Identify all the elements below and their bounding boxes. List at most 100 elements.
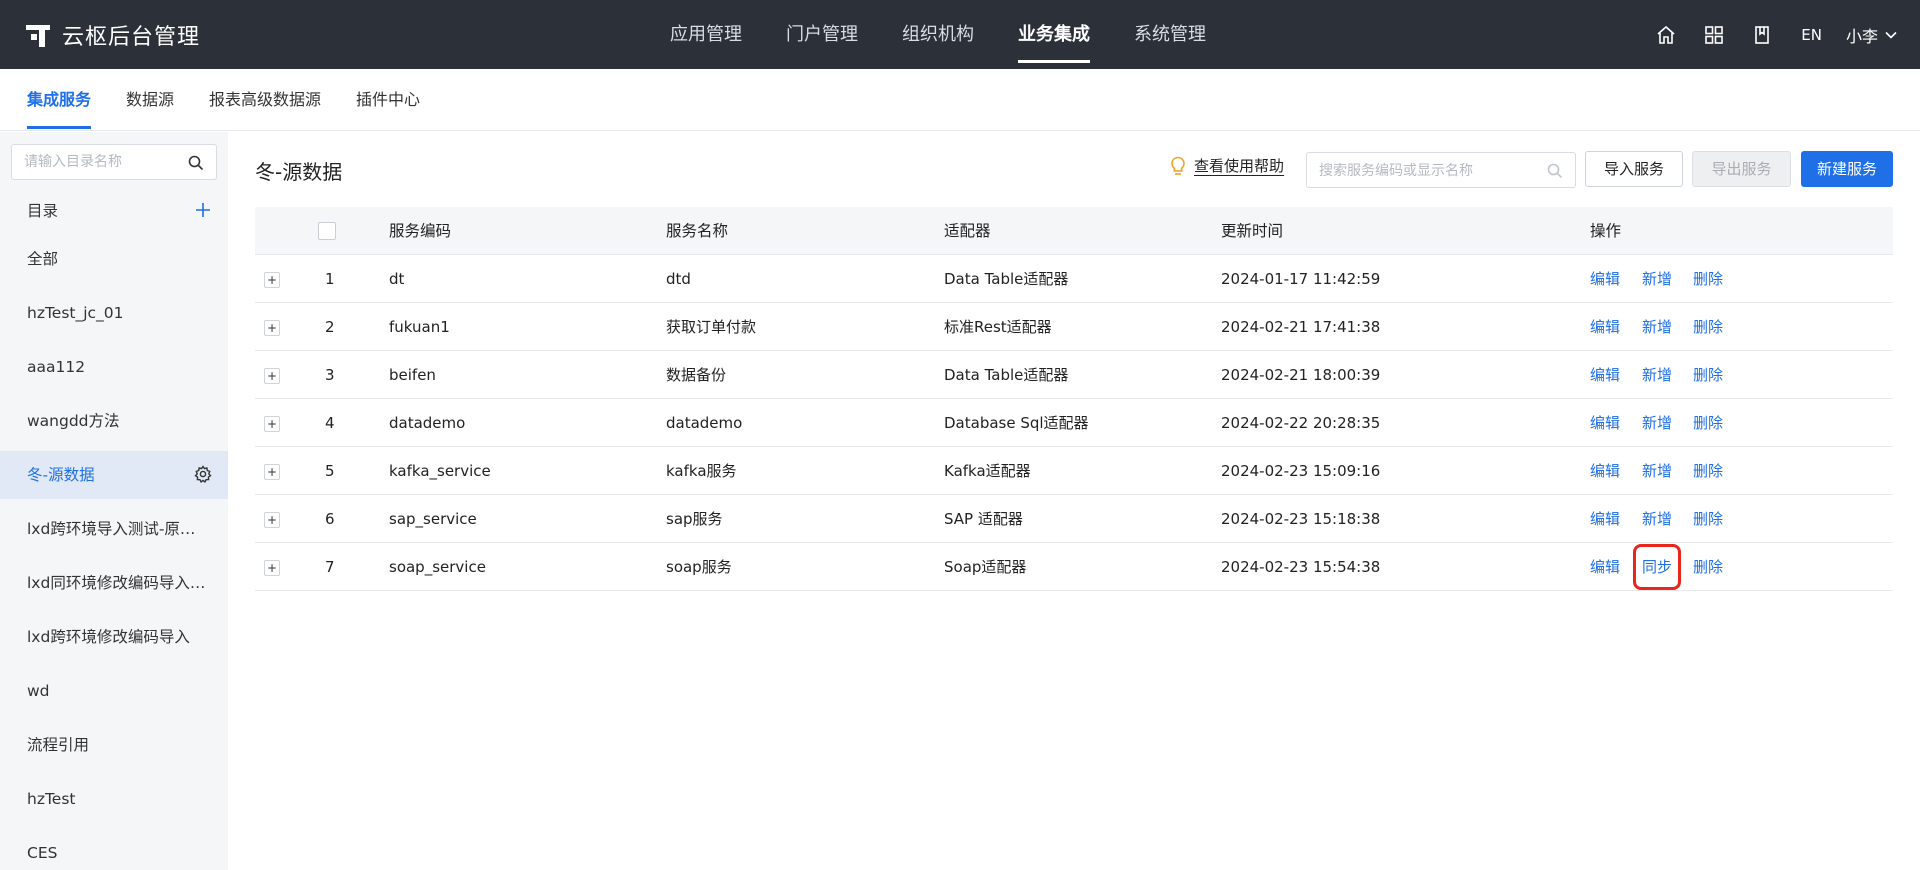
cell-updated: 2024-02-22 20:28:35 — [1221, 414, 1381, 432]
cell-name: 数据备份 — [666, 366, 727, 384]
brand[interactable]: 云枢后台管理 — [26, 0, 200, 69]
catalog-search — [11, 144, 217, 180]
sidebar-item[interactable]: hzTest_jc_01 — [0, 289, 228, 337]
header-updated: 更新时间 — [1221, 222, 1284, 240]
top-nav-item[interactable]: 门户管理 — [786, 0, 858, 69]
edit-button[interactable]: 编辑 — [1590, 255, 1620, 303]
expand-row-button[interactable]: + — [264, 512, 280, 528]
help-label: 查看使用帮助 — [1194, 156, 1285, 176]
delete-button[interactable]: 删除 — [1693, 303, 1723, 351]
top-nav-item[interactable]: 业务集成 — [1018, 0, 1090, 69]
home-icon[interactable] — [1655, 24, 1677, 46]
sidebar-item[interactable]: wangdd方法 — [0, 397, 228, 445]
expand-row-button[interactable]: + — [264, 320, 280, 336]
sidebar: 目录 全部 hzTest_jc_01 aaa112 wangdd方法冬-源数据 lxd跨… — [0, 132, 228, 870]
edit-button[interactable]: 编辑 — [1590, 495, 1620, 543]
delete-button[interactable]: 删除 — [1693, 447, 1723, 495]
cell-name: soap服务 — [666, 558, 732, 576]
cell-name: sap服务 — [666, 510, 723, 528]
cell-index: 3 — [325, 366, 335, 384]
search-icon[interactable] — [188, 155, 204, 171]
edit-button[interactable]: 编辑 — [1590, 351, 1620, 399]
edit-button[interactable]: 编辑 — [1590, 399, 1620, 447]
sub-nav-item[interactable]: 集成服务 — [27, 69, 92, 131]
sync-button[interactable]: 同步 — [1632, 544, 1682, 590]
edit-button[interactable]: 编辑 — [1590, 447, 1620, 495]
cell-index: 5 — [325, 462, 335, 480]
add-button[interactable]: 新增 — [1642, 495, 1672, 543]
cell-adapter: 标准Rest适配器 — [944, 318, 1052, 336]
sidebar-item-label: hzTest_jc_01 — [27, 304, 124, 322]
cell-updated: 2024-01-17 11:42:59 — [1221, 270, 1381, 288]
add-button[interactable]: 新增 — [1642, 351, 1672, 399]
add-button[interactable]: 新增 — [1642, 447, 1672, 495]
cell-updated: 2024-02-23 15:18:38 — [1221, 510, 1381, 528]
delete-button[interactable]: 删除 — [1693, 543, 1723, 591]
sidebar-item[interactable]: CES — [0, 829, 228, 870]
search-icon[interactable] — [1547, 163, 1563, 179]
expand-row-button[interactable]: + — [264, 416, 280, 432]
sub-nav-item[interactable]: 插件中心 — [356, 69, 420, 131]
new-service-button[interactable]: 新建服务 — [1801, 151, 1893, 187]
delete-button[interactable]: 删除 — [1693, 399, 1723, 447]
top-nav-item[interactable]: 系统管理 — [1134, 0, 1206, 69]
gear-icon[interactable] — [194, 465, 212, 483]
sidebar-item[interactable]: hzTest — [0, 775, 228, 823]
sidebar-item[interactable]: wd — [0, 667, 228, 715]
sub-nav-item[interactable]: 数据源 — [126, 69, 174, 131]
sidebar-item[interactable]: lxd跨环境修改编码导入 — [0, 613, 228, 661]
language-switch[interactable]: EN — [1801, 26, 1822, 44]
grid-icon[interactable] — [1703, 24, 1725, 46]
add-button[interactable]: 新增 — [1642, 255, 1672, 303]
sidebar-item[interactable]: 流程引用 — [0, 721, 228, 769]
import-service-button[interactable]: 导入服务 — [1585, 151, 1683, 187]
edit-button[interactable]: 编辑 — [1590, 303, 1620, 351]
top-nav-item[interactable]: 组织机构 — [902, 0, 974, 69]
sidebar-item-label: lxd跨环境修改编码导入 — [27, 628, 190, 646]
export-service-button[interactable]: 导出服务 — [1692, 151, 1791, 187]
select-all-checkbox[interactable] — [318, 222, 336, 240]
cell-code: soap_service — [389, 558, 486, 576]
table-row: +1 dt dtd Data Table适配器 2024-01-17 11:42:59 编… — [255, 255, 1893, 303]
catalog-header: 目录 — [0, 187, 228, 235]
expand-row-button[interactable]: + — [264, 560, 280, 576]
table-row: +4 datademo datademo Database Sql适配器 2024-02… — [255, 399, 1893, 447]
expand-row-button[interactable]: + — [264, 272, 280, 288]
edit-button[interactable]: 编辑 — [1590, 543, 1620, 591]
cell-adapter: SAP 适配器 — [944, 510, 1023, 528]
sidebar-item[interactable]: lxd同环境修改编码导入… — [0, 559, 228, 607]
top-right-tools: EN 小李 — [1629, 0, 1898, 69]
sub-nav-item[interactable]: 报表高级数据源 — [209, 69, 321, 131]
cell-code: beifen — [389, 366, 436, 384]
add-button[interactable]: 新增 — [1642, 399, 1672, 447]
cell-updated: 2024-02-21 17:41:38 — [1221, 318, 1381, 336]
table-header: 服务编码 服务名称 适配器 更新时间 操作 — [255, 207, 1893, 255]
cell-code: kafka_service — [389, 462, 491, 480]
sidebar-item[interactable]: aaa112 — [0, 343, 228, 391]
expand-row-button[interactable]: + — [264, 464, 280, 480]
delete-button[interactable]: 删除 — [1693, 255, 1723, 303]
cell-adapter: Data Table适配器 — [944, 366, 1069, 384]
add-catalog-icon[interactable] — [194, 201, 212, 219]
cell-name: datademo — [666, 414, 743, 432]
top-nav-item[interactable]: 应用管理 — [670, 0, 742, 69]
sidebar-item[interactable]: 冬-源数据 — [0, 451, 228, 499]
catalog-search-input[interactable] — [24, 152, 184, 172]
book-icon[interactable] — [1751, 24, 1773, 46]
sidebar-item-label: hzTest — [27, 790, 76, 808]
sidebar-item[interactable]: lxd跨环境导入测试-原数据… — [0, 505, 228, 553]
top-bar: 云枢后台管理 应用管理 门户管理 组织机构 业务集成 系统管理 EN 小李 — [0, 0, 1920, 69]
sidebar-item[interactable]: 全部 — [0, 235, 228, 283]
cell-code: datademo — [389, 414, 466, 432]
help-link[interactable]: 查看使用帮助 — [1170, 156, 1285, 176]
delete-button[interactable]: 删除 — [1693, 495, 1723, 543]
sidebar-item-label: CES — [27, 844, 58, 862]
header-name: 服务名称 — [666, 222, 729, 240]
cell-name: dtd — [666, 270, 691, 288]
expand-row-button[interactable]: + — [264, 368, 280, 384]
service-search-input[interactable] — [1319, 161, 1539, 181]
table-row: +3 beifen 数据备份 Data Table适配器 2024-02-21 18:0… — [255, 351, 1893, 399]
delete-button[interactable]: 删除 — [1693, 351, 1723, 399]
add-button[interactable]: 新增 — [1642, 303, 1672, 351]
user-menu[interactable]: 小李 — [1846, 23, 1898, 47]
